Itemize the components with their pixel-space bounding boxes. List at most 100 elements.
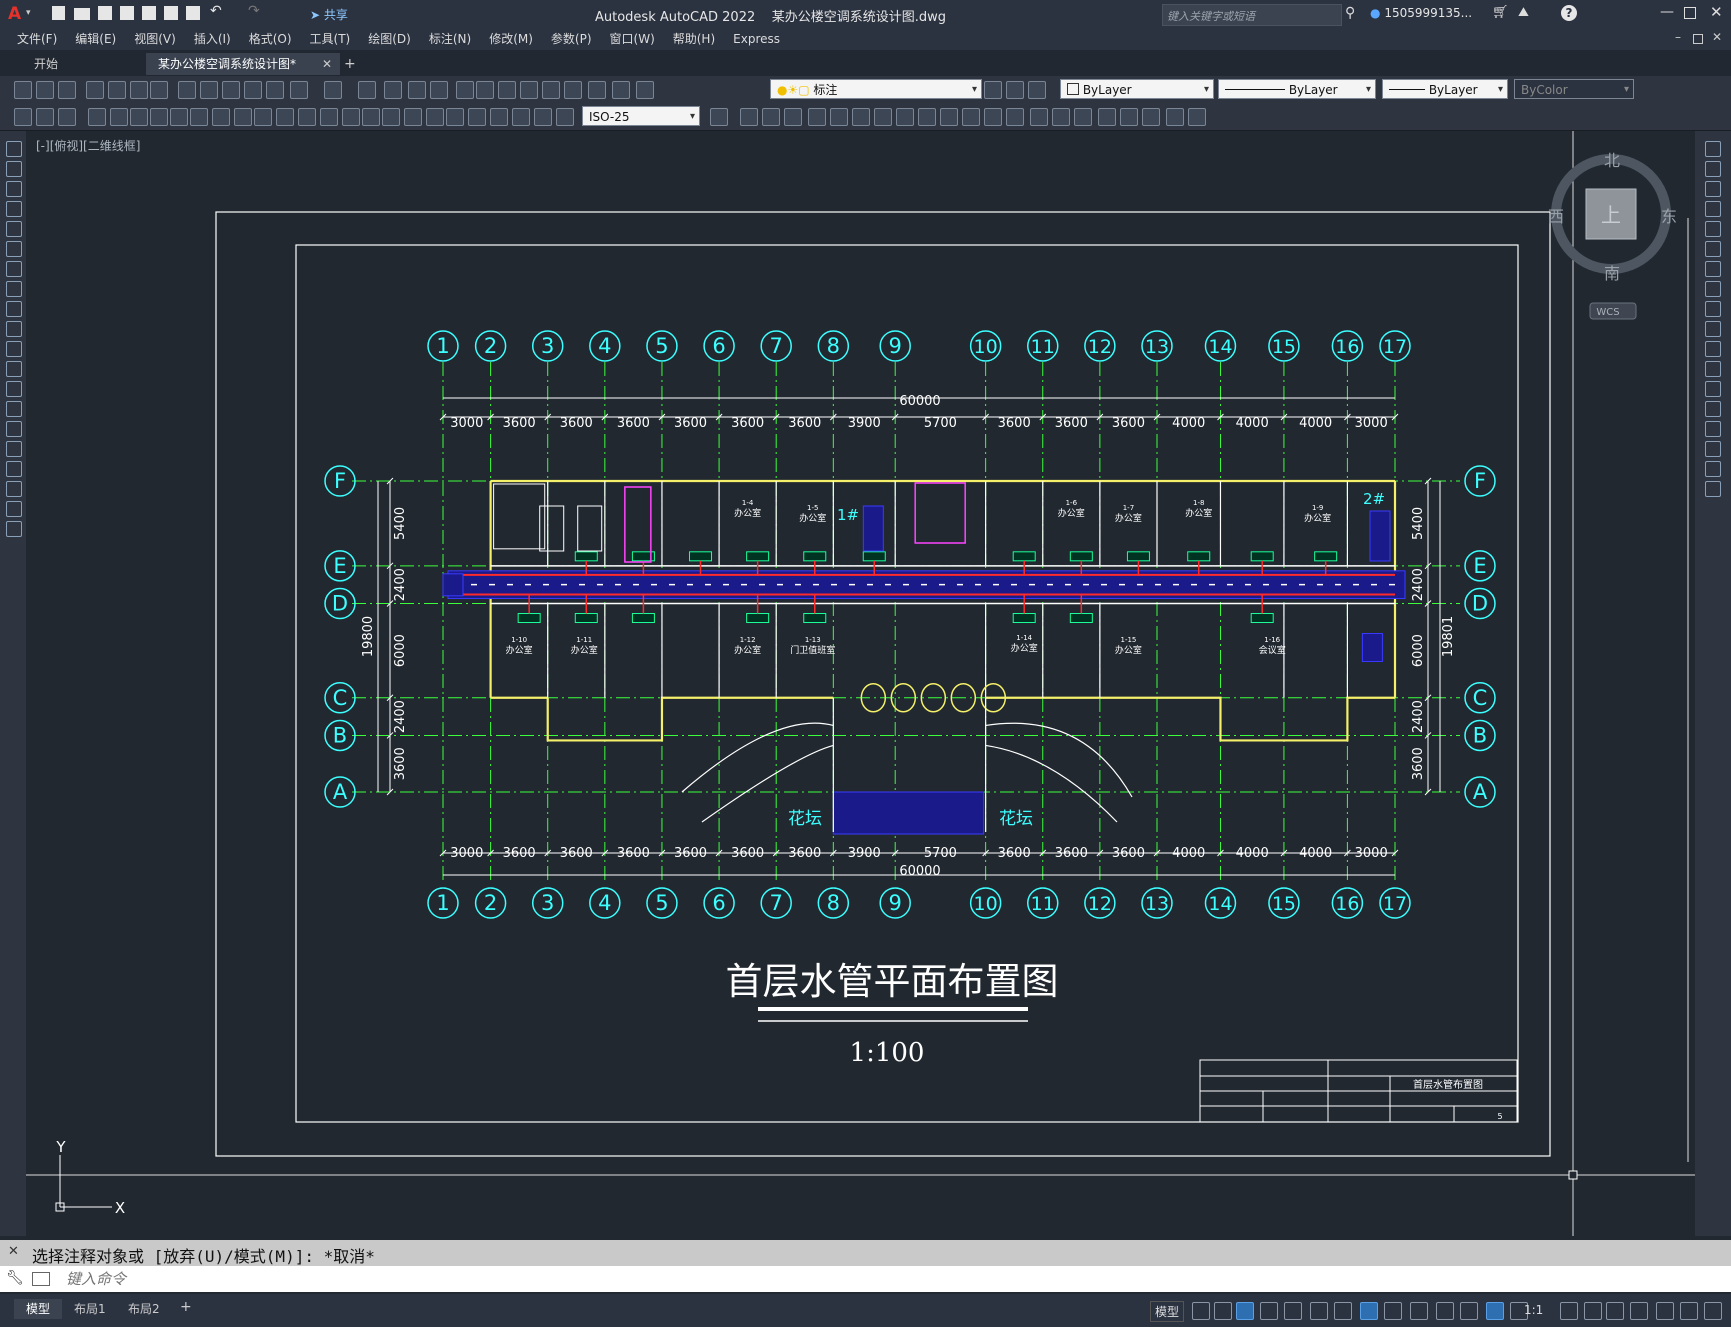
dim-arc-icon[interactable] (58, 108, 76, 126)
explode-icon[interactable] (1705, 481, 1721, 497)
erase-icon[interactable] (1705, 141, 1721, 157)
object-snap-tracking-icon[interactable] (1334, 1302, 1352, 1320)
cart-icon[interactable]: 🛒︎ (1492, 5, 1509, 20)
object-snap-icon[interactable] (1360, 1302, 1378, 1320)
dim-reassociate-icon[interactable] (490, 108, 508, 126)
offset-icon[interactable] (1705, 201, 1721, 217)
mtext-icon[interactable] (6, 501, 22, 517)
text-icon[interactable] (512, 108, 530, 126)
model-space-button[interactable]: 模型 (1150, 1301, 1185, 1322)
ucs-origin-icon[interactable] (918, 108, 936, 126)
dim-update-icon[interactable] (426, 108, 444, 126)
design-center-icon[interactable] (476, 81, 494, 99)
dim-diameter-icon[interactable] (150, 108, 168, 126)
polygon-icon[interactable] (6, 201, 22, 217)
copy-object-icon[interactable] (1705, 161, 1721, 177)
fillet-icon[interactable] (1705, 441, 1721, 457)
dim-baseline-icon[interactable] (212, 108, 230, 126)
minimize-button[interactable]: — (1660, 4, 1674, 20)
viewport-grip[interactable] (1568, 1170, 1578, 1180)
blend-curves-icon[interactable] (1705, 461, 1721, 477)
ucs-icon[interactable] (784, 108, 802, 126)
print-icon[interactable] (186, 6, 200, 20)
publish-icon[interactable] (142, 6, 156, 20)
sheet-set-icon[interactable] (520, 81, 538, 99)
add-selected-icon[interactable] (6, 521, 22, 537)
dim-break-icon[interactable] (276, 108, 294, 126)
mtext-icon[interactable] (534, 108, 552, 126)
redo-icon[interactable]: ↷ (248, 3, 260, 19)
autocad-logo-icon[interactable]: A (8, 4, 21, 24)
region-icon[interactable] (6, 461, 22, 477)
viewcube-west[interactable]: 西 (1548, 207, 1564, 226)
save-as-icon[interactable] (120, 6, 134, 20)
dim-linear-icon[interactable] (14, 108, 32, 126)
cut-icon[interactable] (178, 81, 196, 99)
copy-icon[interactable] (200, 81, 218, 99)
extend-icon[interactable] (1705, 341, 1721, 357)
layer-manager-icon[interactable] (612, 81, 630, 99)
match-icon[interactable] (244, 81, 262, 99)
selection-cycling-icon[interactable] (1436, 1302, 1454, 1320)
dimstyle-dropdown[interactable]: ISO-25 ▾ (582, 106, 700, 126)
insert-block-icon[interactable] (6, 361, 22, 377)
move-icon[interactable] (1705, 241, 1721, 257)
quickcalc-icon[interactable] (564, 81, 582, 99)
new-tab-button[interactable]: + (332, 53, 368, 75)
tolerance-icon[interactable] (298, 108, 316, 126)
layer-state-icon[interactable] (1028, 81, 1046, 99)
viewcube-south[interactable]: 南 (1604, 264, 1620, 283)
menu-modify[interactable]: 修改(M) (480, 28, 542, 50)
add-icon[interactable] (1584, 1302, 1602, 1320)
grid-icon[interactable] (1192, 1302, 1210, 1320)
workspace-gear-icon[interactable] (1560, 1302, 1578, 1320)
save-icon[interactable] (58, 81, 76, 99)
circle-icon[interactable] (6, 261, 22, 277)
linetype-dropdown[interactable]: ByLayer ▾ (1218, 79, 1376, 99)
hardware-acceleration-icon[interactable] (1630, 1302, 1648, 1320)
tool-palette-icon[interactable] (498, 81, 516, 99)
undo-icon[interactable] (290, 81, 308, 99)
dim-text-edit-icon[interactable] (404, 108, 422, 126)
revision-cloud-icon[interactable] (6, 281, 22, 297)
3d-box-icon[interactable] (710, 108, 728, 126)
ucs-y-icon[interactable] (1006, 108, 1024, 126)
inspect-icon[interactable] (342, 108, 360, 126)
rectangle-icon[interactable] (6, 221, 22, 237)
ucs-x-icon[interactable] (984, 108, 1002, 126)
customize-wrench-icon[interactable]: 🔧︎ (6, 1270, 24, 1286)
plot-icon[interactable] (86, 81, 104, 99)
ellipse-arc-icon[interactable] (6, 341, 22, 357)
polar-icon[interactable] (1284, 1302, 1302, 1320)
line-icon[interactable] (6, 141, 22, 157)
join-icon[interactable] (1705, 401, 1721, 417)
plot-preview-icon[interactable] (164, 6, 178, 20)
menu-tools[interactable]: 工具(T) (301, 28, 360, 50)
spline-icon[interactable] (6, 301, 22, 317)
dim-style-icon[interactable] (446, 108, 464, 126)
menu-edit[interactable]: 编辑(E) (66, 28, 125, 50)
ucs-z-icon[interactable] (940, 108, 958, 126)
snap-menu-icon[interactable] (1236, 1302, 1254, 1320)
menu-view[interactable]: 视图(V) (125, 28, 185, 50)
undo-icon[interactable]: ↶ (210, 3, 222, 19)
doc-minimize-button[interactable]: – (1675, 30, 1681, 44)
view-top-icon[interactable] (1074, 108, 1092, 126)
drawing-canvas[interactable]: [-][俯视][二维线框] 花坛 花坛 1# 2# 11223344556677889… (26, 131, 1695, 1236)
menu-file[interactable]: 文件(F) (8, 28, 66, 50)
menu-help[interactable]: 帮助(H) (664, 28, 724, 50)
ucs-previous-icon[interactable] (830, 108, 848, 126)
new-icon[interactable] (14, 81, 32, 99)
open-file-icon[interactable] (74, 8, 90, 20)
annotation-scale[interactable]: 1:1 (1524, 1302, 1543, 1318)
dim-radius-icon[interactable] (110, 108, 128, 126)
break-at-point-icon[interactable] (1705, 361, 1721, 377)
ucs-3point-icon[interactable] (962, 108, 980, 126)
view-front-icon[interactable] (1098, 108, 1116, 126)
point-icon[interactable] (6, 401, 22, 417)
layer-previous-icon[interactable] (1006, 81, 1024, 99)
doc-restore-button[interactable] (1693, 34, 1703, 44)
close-window-button[interactable]: ✕ (1710, 3, 1723, 21)
3d-print-icon[interactable] (150, 81, 168, 99)
layer-state-icon[interactable] (636, 81, 654, 99)
